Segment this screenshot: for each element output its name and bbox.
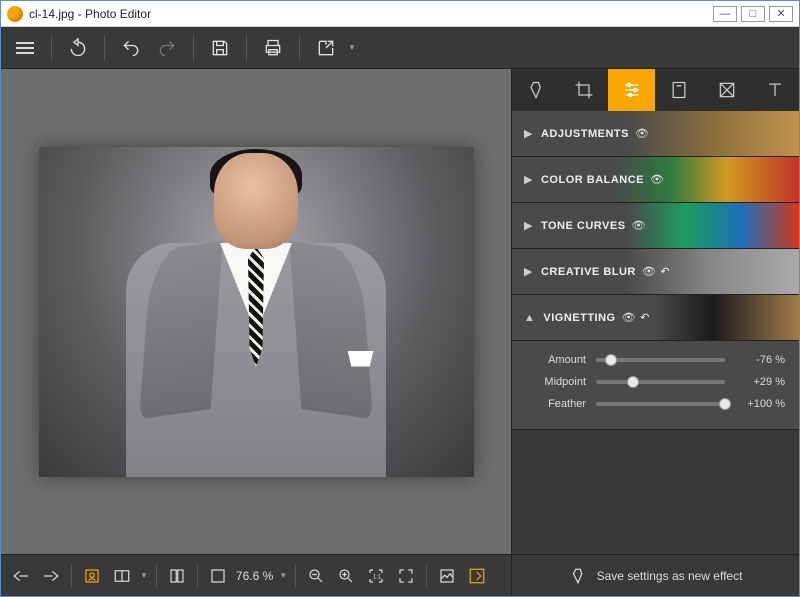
tab-adjust[interactable] bbox=[608, 69, 656, 111]
tab-retouch[interactable] bbox=[655, 69, 703, 111]
save-effect-label: Save settings as new effect bbox=[597, 569, 743, 583]
close-button[interactable]: ✕ bbox=[769, 6, 793, 22]
menu-button[interactable] bbox=[9, 32, 41, 64]
chevron-right-icon: ▶ bbox=[524, 127, 533, 140]
slider-amount[interactable] bbox=[596, 358, 725, 362]
eye-icon[interactable]: 👁 bbox=[622, 311, 636, 324]
zoom-in-button[interactable] bbox=[332, 562, 360, 590]
save-button[interactable] bbox=[204, 32, 236, 64]
fit-window-button[interactable] bbox=[204, 562, 232, 590]
side-panel: ▶ ADJUSTMENTS 👁 ▶ COLOR BALANCE 👁 ▶ TONE… bbox=[511, 69, 799, 554]
chevron-down-icon: ▲ bbox=[524, 312, 535, 324]
adjust-sections: ▶ ADJUSTMENTS 👁 ▶ COLOR BALANCE 👁 ▶ TONE… bbox=[512, 111, 799, 554]
svg-text:1:1: 1:1 bbox=[373, 574, 382, 580]
window-title: cl-14.jpg - Photo Editor bbox=[29, 7, 151, 21]
main-area: ▶ ADJUSTMENTS 👁 ▶ COLOR BALANCE 👁 ▶ TONE… bbox=[1, 69, 799, 554]
titlebar: cl-14.jpg - Photo Editor — □ ✕ bbox=[1, 1, 799, 27]
prev-image-button[interactable] bbox=[7, 562, 35, 590]
app-window: cl-14.jpg - Photo Editor — □ ✕ bbox=[0, 0, 800, 597]
section-label: ADJUSTMENTS bbox=[541, 128, 629, 140]
param-feather: Feather +100 % bbox=[526, 393, 785, 415]
zoom-value: 76.6 % bbox=[234, 569, 275, 583]
save-effect-button[interactable]: Save settings as new effect bbox=[511, 555, 799, 596]
undo-button[interactable] bbox=[115, 32, 147, 64]
param-label: Midpoint bbox=[526, 376, 586, 388]
redo-button[interactable] bbox=[151, 32, 183, 64]
section-label: VIGNETTING bbox=[543, 312, 615, 324]
eye-icon[interactable]: 👁 bbox=[650, 173, 664, 186]
print-button[interactable] bbox=[257, 32, 289, 64]
canvas-area[interactable] bbox=[1, 69, 511, 554]
param-midpoint: Midpoint +29 % bbox=[526, 371, 785, 393]
zoom-actual-button[interactable]: 1:1 bbox=[362, 562, 390, 590]
zoom-fit-button[interactable] bbox=[392, 562, 420, 590]
bottom-bar: ▼ 76.6 % ▼ 1:1 bbox=[1, 554, 799, 596]
param-label: Feather bbox=[526, 398, 586, 410]
window-controls: — □ ✕ bbox=[713, 6, 793, 22]
eye-icon[interactable]: 👁 bbox=[635, 127, 649, 140]
export-dropdown-caret[interactable]: ▼ bbox=[346, 43, 358, 52]
section-label: CREATIVE BLUR bbox=[541, 266, 636, 278]
tab-text[interactable] bbox=[751, 69, 799, 111]
zoom-out-button[interactable] bbox=[302, 562, 330, 590]
reset-icon[interactable]: ↶ bbox=[660, 265, 670, 278]
eye-icon[interactable]: 👁 bbox=[642, 265, 656, 278]
section-adjustments[interactable]: ▶ ADJUSTMENTS 👁 bbox=[512, 111, 799, 157]
section-creative-blur[interactable]: ▶ CREATIVE BLUR 👁 ↶ bbox=[512, 249, 799, 295]
compare-dropdown-caret[interactable]: ▼ bbox=[138, 571, 150, 580]
chevron-right-icon: ▶ bbox=[524, 265, 533, 278]
histogram-button[interactable] bbox=[163, 562, 191, 590]
minimize-button[interactable]: — bbox=[713, 6, 737, 22]
hamburger-icon bbox=[16, 39, 34, 57]
section-label: TONE CURVES bbox=[541, 220, 626, 232]
chevron-right-icon: ▶ bbox=[524, 173, 533, 186]
panel-tabs bbox=[512, 69, 799, 111]
section-vignetting[interactable]: ▲ VIGNETTING 👁 ↶ bbox=[512, 295, 799, 341]
section-color-balance[interactable]: ▶ COLOR BALANCE 👁 bbox=[512, 157, 799, 203]
param-label: Amount bbox=[526, 354, 586, 366]
top-toolbar: ▼ bbox=[1, 27, 799, 69]
fullscreen-button[interactable] bbox=[463, 562, 491, 590]
revert-button[interactable] bbox=[62, 32, 94, 64]
app-logo-icon bbox=[7, 6, 23, 22]
view-single-button[interactable] bbox=[78, 562, 106, 590]
tab-textures[interactable] bbox=[703, 69, 751, 111]
section-label: COLOR BALANCE bbox=[541, 174, 644, 186]
section-tone-curves[interactable]: ▶ TONE CURVES 👁 bbox=[512, 203, 799, 249]
tab-crop[interactable] bbox=[560, 69, 608, 111]
eye-icon[interactable]: 👁 bbox=[632, 219, 646, 232]
quick-preview-button[interactable] bbox=[433, 562, 461, 590]
bottom-toolbar: ▼ 76.6 % ▼ 1:1 bbox=[1, 555, 511, 596]
param-value: -76 % bbox=[735, 354, 785, 366]
param-amount: Amount -76 % bbox=[526, 349, 785, 371]
photo-preview[interactable] bbox=[39, 147, 474, 477]
slider-feather[interactable] bbox=[596, 402, 725, 406]
view-compare-button[interactable] bbox=[108, 562, 136, 590]
param-value: +100 % bbox=[735, 398, 785, 410]
slider-midpoint[interactable] bbox=[596, 380, 725, 384]
chevron-right-icon: ▶ bbox=[524, 219, 533, 232]
zoom-dropdown-caret[interactable]: ▼ bbox=[277, 571, 289, 580]
reset-icon[interactable]: ↶ bbox=[640, 311, 650, 324]
next-image-button[interactable] bbox=[37, 562, 65, 590]
vignetting-controls: Amount -76 % Midpoint +29 % bbox=[512, 341, 799, 430]
maximize-button[interactable]: □ bbox=[741, 6, 765, 22]
param-value: +29 % bbox=[735, 376, 785, 388]
tab-effects[interactable] bbox=[512, 69, 560, 111]
export-button[interactable] bbox=[310, 32, 342, 64]
